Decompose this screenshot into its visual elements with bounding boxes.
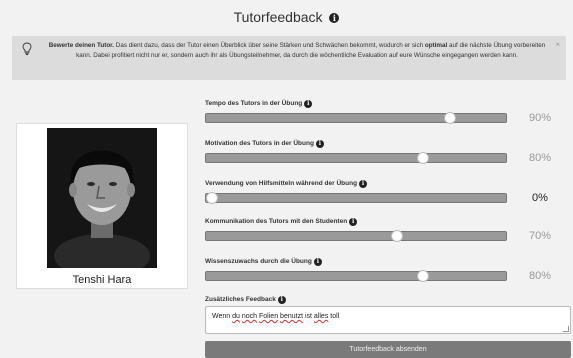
rating-percent: 70%: [528, 230, 552, 242]
feedback-label-text: Zusätzliches Feedback: [205, 296, 276, 303]
close-icon[interactable]: ×: [555, 40, 560, 50]
lightbulb-icon: [22, 42, 32, 56]
submit-feedback-button[interactable]: Tutorfeedback absenden: [205, 341, 571, 358]
rating-percent: 0%: [532, 192, 548, 204]
feedback-word: ist: [304, 313, 312, 320]
notice-lead: Bewerte deinen Tutor.: [48, 42, 115, 49]
feedback-word: du: [232, 313, 240, 320]
feedback-textarea[interactable]: Wenn du noch Folien benutzt ist alles to…: [205, 306, 571, 334]
rating-label-text: Tempo des Tutors in der Übung: [205, 100, 303, 107]
feedback-word: Folien: [259, 313, 279, 320]
slider-handle[interactable]: [206, 192, 218, 204]
slider-handle[interactable]: [417, 152, 430, 164]
info-notice: Bewerte deinen Tutor. Das dient dazu, da…: [12, 36, 566, 80]
feedback-word: benutzt: [280, 313, 304, 320]
page-header: Tutorfeedback i: [0, 0, 573, 34]
feedback-word: noch: [241, 313, 258, 320]
feedback-label: Zusätzliches Feedback i: [205, 296, 286, 304]
rating-label-text: Kommunikation des Tutors mit den Student…: [205, 218, 348, 225]
resize-handle[interactable]: [563, 326, 569, 332]
feedback-word: Wenn: [212, 313, 231, 320]
rating-label-text: Verwendung von Hilfsmitteln während der …: [205, 180, 358, 187]
feedback-word: toll: [330, 313, 340, 320]
info-icon[interactable]: i: [304, 100, 313, 108]
slider-handle[interactable]: [417, 270, 430, 282]
tutor-photo: [47, 128, 157, 268]
rating-slider[interactable]: [205, 152, 507, 164]
info-icon[interactable]: i: [349, 218, 358, 226]
rating-slider[interactable]: [205, 230, 507, 242]
rating-percent: 80%: [528, 152, 552, 164]
tutor-name: Tenshi Hara: [72, 274, 132, 286]
tutor-profile-card: Tenshi Hara: [16, 123, 188, 289]
info-icon[interactable]: i: [359, 180, 368, 188]
rating-percent: 80%: [528, 270, 552, 282]
feedback-word: alles: [313, 313, 329, 320]
rating-percent: 90%: [528, 112, 552, 124]
rating-label: Tempo des Tutors in der Übung i: [205, 100, 313, 108]
rating-label: Wissenszuwachs durch die Übung i: [205, 258, 322, 266]
rating-label: Verwendung von Hilfsmitteln während der …: [205, 180, 368, 188]
slider-handle[interactable]: [443, 112, 456, 124]
info-icon[interactable]: i: [329, 13, 340, 23]
info-icon[interactable]: i: [313, 258, 322, 266]
slider-handle[interactable]: [390, 230, 403, 242]
portrait-image: [47, 128, 157, 268]
rating-slider[interactable]: [205, 270, 507, 282]
rating-label: Motivation des Tutors in der Übung i: [205, 140, 324, 148]
rating-label-text: Motivation des Tutors in der Übung: [205, 140, 314, 147]
notice-bold: optimal: [424, 42, 448, 49]
notice-text: Bewerte deinen Tutor. Das dient dazu, da…: [42, 41, 552, 60]
rating-slider[interactable]: [205, 112, 507, 124]
rating-label: Kommunikation des Tutors mit den Student…: [205, 218, 358, 226]
rating-slider[interactable]: [205, 192, 507, 204]
page-title: Tutorfeedback: [233, 9, 323, 25]
info-icon[interactable]: i: [315, 140, 324, 148]
rating-label-text: Wissenszuwachs durch die Übung: [205, 258, 312, 265]
notice-text-a: Das dient dazu, dass der Tutor einen Übe…: [114, 42, 425, 49]
info-icon[interactable]: i: [277, 296, 286, 304]
